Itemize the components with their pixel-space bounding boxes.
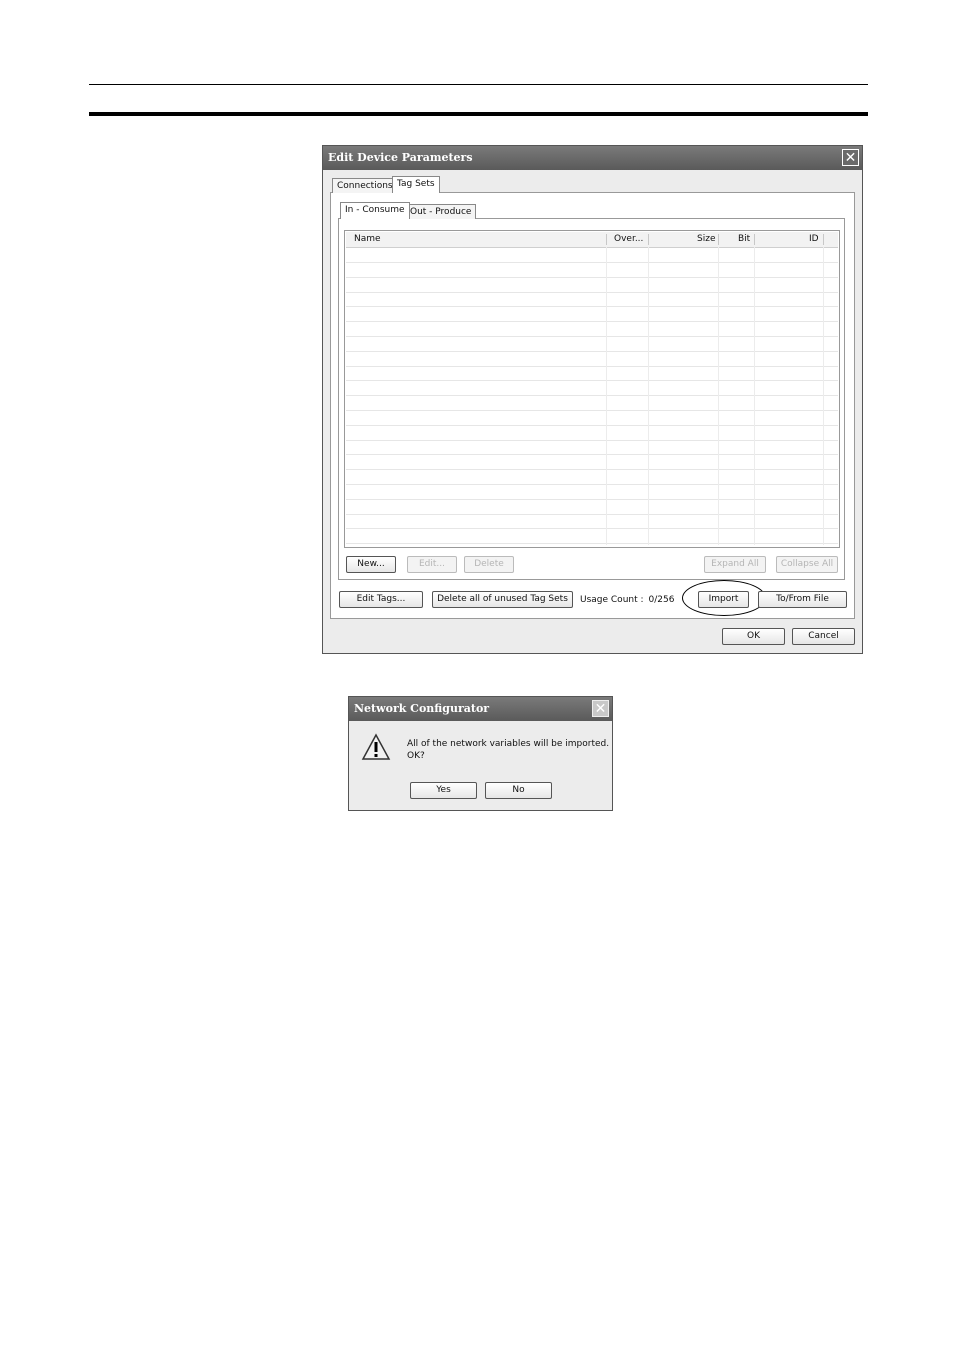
grid-column-line (718, 247, 719, 545)
expand-all-button[interactable]: Expand All (704, 556, 766, 573)
header-rule-thick (89, 112, 868, 116)
grid-row-line (346, 380, 838, 381)
tab-out-produce[interactable]: Out - Produce (405, 204, 477, 219)
column-name[interactable]: Name (354, 232, 381, 247)
column-id[interactable]: ID (809, 232, 819, 247)
grid-row-line (346, 454, 838, 455)
column-separator[interactable] (648, 234, 649, 245)
tag-list-header: Name Over... Size Bit ID (346, 232, 838, 248)
column-separator[interactable] (823, 234, 824, 245)
network-configurator-message-box: Network Configurator ✕ All of the networ… (348, 696, 613, 811)
column-bit[interactable]: Bit (738, 232, 750, 247)
grid-column-line (606, 247, 607, 545)
import-highlight-ellipse (682, 580, 766, 616)
column-size[interactable]: Size (697, 232, 715, 247)
grid-row-line (346, 292, 838, 293)
message-line-1: All of the network variables will be imp… (407, 739, 610, 749)
grid-row-line (346, 336, 838, 337)
message-text: All of the network variables will be imp… (407, 738, 609, 762)
message-line-2: OK? (407, 751, 425, 761)
grid-row-line (346, 514, 838, 515)
dialog-title: Edit Device Parameters (323, 146, 862, 170)
grid-row-line (346, 366, 838, 367)
grid-row-line (346, 469, 838, 470)
grid-row-line (346, 395, 838, 396)
grid-column-line (754, 247, 755, 545)
tab-connections[interactable]: Connections (332, 178, 398, 193)
grid-row-line (346, 425, 838, 426)
column-over[interactable]: Over... (614, 232, 643, 247)
close-icon[interactable]: ✕ (842, 149, 859, 166)
grid-row-line (346, 410, 838, 411)
grid-row-line (346, 440, 838, 441)
to-from-file-button[interactable]: To/From File (758, 591, 847, 608)
grid-row-line (346, 543, 838, 544)
warning-icon (361, 733, 391, 760)
grid-row-line (346, 351, 838, 352)
column-separator[interactable] (754, 234, 755, 245)
grid-row-line (346, 277, 838, 278)
edit-button[interactable]: Edit... (407, 556, 457, 573)
column-separator[interactable] (606, 234, 607, 245)
new-button[interactable]: New... (346, 556, 396, 573)
usage-count-label: Usage Count : (580, 595, 644, 605)
yes-button[interactable]: Yes (410, 782, 477, 799)
close-icon[interactable]: ✕ (592, 700, 609, 717)
column-separator[interactable] (718, 234, 719, 245)
tab-in-consume[interactable]: In - Consume (340, 202, 410, 219)
grid-column-line (648, 247, 649, 545)
grid-row-line (346, 499, 838, 500)
edit-tags-button[interactable]: Edit Tags... (339, 591, 423, 608)
no-button[interactable]: No (485, 782, 552, 799)
usage-count-value: 0/256 (648, 595, 675, 605)
grid-row-line (346, 484, 838, 485)
delete-button[interactable]: Delete (464, 556, 514, 573)
ok-button[interactable]: OK (722, 628, 785, 645)
cancel-button[interactable]: Cancel (792, 628, 855, 645)
message-title: Network Configurator (349, 697, 612, 721)
collapse-all-button[interactable]: Collapse All (776, 556, 838, 573)
grid-row-line (346, 306, 838, 307)
usage-count: Usage Count : 0/256 (580, 595, 679, 605)
grid-row-line (346, 321, 838, 322)
grid-column-line (823, 247, 824, 545)
header-rule-thin (89, 84, 868, 85)
grid-row-line (346, 262, 838, 263)
grid-row-line (346, 528, 838, 529)
delete-unused-tag-sets-button[interactable]: Delete all of unused Tag Sets (432, 591, 573, 608)
tab-tag-sets[interactable]: Tag Sets (392, 176, 440, 193)
